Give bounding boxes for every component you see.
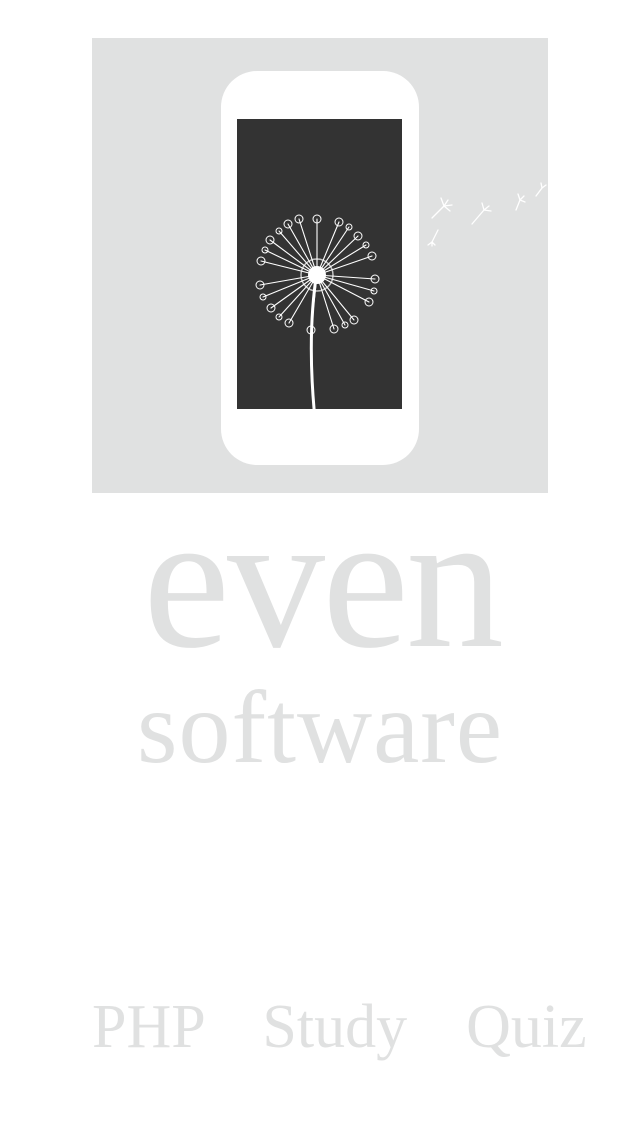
splash-screen: even software PHP Study Quiz [0, 0, 640, 1136]
phone-illustration [221, 71, 419, 465]
logo-box [92, 38, 548, 493]
dandelion-icon [255, 214, 380, 409]
phone-screen [237, 119, 402, 409]
app-title: PHP Study Quiz [92, 993, 587, 1061]
brand-name: even [143, 472, 504, 689]
brand-subtitle: software [136, 670, 504, 785]
